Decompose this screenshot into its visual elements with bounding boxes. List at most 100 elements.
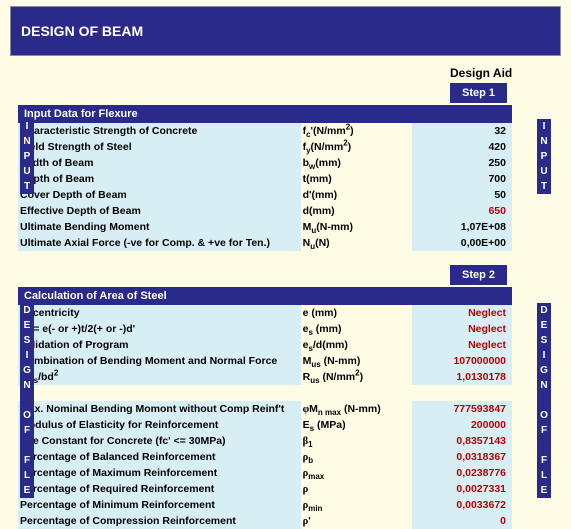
row-value: 650	[412, 203, 512, 219]
row-label: Effective Depth of Beam	[18, 203, 301, 219]
side-letter: E	[537, 318, 551, 333]
side-letter: T	[20, 179, 34, 194]
side-letter: F	[537, 423, 551, 438]
row-value: 1,07E+08	[412, 219, 512, 235]
row-value: 0,8357143	[412, 433, 512, 449]
side-letter: L	[20, 468, 34, 483]
table-row: Effective Depth of Beamd(mm)650	[18, 203, 512, 219]
row-label: Percentage of Maximum Reinforcement	[18, 465, 301, 481]
row-label: Mus/bd2	[18, 369, 301, 385]
row-symbol: ρmax	[301, 465, 412, 481]
row-label: Percentage of Required Reinforcement	[18, 481, 301, 497]
table-row: Ultimate Bending MomentMu(N-mm)1,07E+08	[18, 219, 512, 235]
side-letter: G	[537, 363, 551, 378]
row-label: es = e(- or +)t/2(+ or -)d'	[18, 321, 301, 337]
side-letter: N	[537, 134, 551, 149]
row-value: 250	[412, 155, 512, 171]
row-label: Ultimate Bending Moment	[18, 219, 301, 235]
table-row: Max. Nominal Bending Momont without Comp…	[18, 401, 512, 417]
row-value: 777593847	[412, 401, 512, 417]
row-symbol: e (mm)	[301, 305, 412, 321]
row-label: Max. Nominal Bending Momont without Comp…	[18, 401, 301, 417]
row-value: Neglect	[412, 337, 512, 353]
row-label: The Constant for Concrete (fc' <= 30MPa)	[18, 433, 301, 449]
row-symbol: ρ	[301, 481, 412, 497]
side-left-design: DESIGNOFFLE	[20, 303, 34, 498]
side-letter: U	[20, 164, 34, 179]
section-header-1: Input Data for Flexure	[18, 105, 512, 123]
row-symbol: bw(mm)	[301, 155, 412, 171]
side-letter	[20, 393, 34, 408]
table-row: Percentage of Maximum Reinforcementρmax0…	[18, 465, 512, 481]
side-letter: I	[537, 119, 551, 134]
side-letter: T	[537, 179, 551, 194]
row-label: Characteristic Strength of Concrete	[18, 123, 301, 139]
row-label: Percentage of Compression Reinforcement	[18, 513, 301, 529]
row-value: 32	[412, 123, 512, 139]
design-aid-label: Design Aid	[18, 66, 553, 80]
side-letter: D	[20, 303, 34, 318]
side-letter: I	[20, 119, 34, 134]
row-symbol: ρ'	[301, 513, 412, 529]
section-header-2: Calculation of Area of Steel	[18, 287, 512, 305]
side-letter: U	[537, 164, 551, 179]
row-value: Neglect	[412, 305, 512, 321]
table-row: es = e(- or +)t/2(+ or -)d'es (mm)Neglec…	[18, 321, 512, 337]
table-row: Percentage of Required Reinforcementρ0,0…	[18, 481, 512, 497]
row-value: 200000	[412, 417, 512, 433]
row-label: Percentage of Minimum Reinforcement	[18, 497, 301, 513]
side-letter: I	[537, 348, 551, 363]
side-letter: F	[537, 453, 551, 468]
row-value: Neglect	[412, 321, 512, 337]
row-value: 0,0033672	[412, 497, 512, 513]
side-letter: L	[537, 468, 551, 483]
row-value: 700	[412, 171, 512, 187]
side-letter: G	[20, 363, 34, 378]
table-row: Eccentricitye (mm)Neglect	[18, 305, 512, 321]
step-tab-1: Step 1	[450, 83, 507, 103]
row-value: 1,0130178	[412, 369, 512, 385]
side-letter: I	[20, 348, 34, 363]
row-label: Ultimate Axial Force (-ve for Comp. & +v…	[18, 235, 301, 251]
table-row: Combination of Bending Moment and Normal…	[18, 353, 512, 369]
row-label: Width of Beam	[18, 155, 301, 171]
table-row	[18, 385, 512, 401]
row-label: Percentage of Balanced Reinforcement	[18, 449, 301, 465]
table-row: Width of Beambw(mm)250	[18, 155, 512, 171]
row-value: 0,00E+00	[412, 235, 512, 251]
table-row: Characteristic Strength of Concretefc'(N…	[18, 123, 512, 139]
page-title: DESIGN OF BEAM	[10, 6, 561, 56]
side-left-input: INPUT	[20, 119, 34, 194]
side-right-input: INPUT	[537, 119, 551, 194]
step-tab-2: Step 2	[450, 265, 507, 285]
row-symbol: ρb	[301, 449, 412, 465]
table-row: Percentage of Compression Reinforcementρ…	[18, 513, 512, 529]
row-value: 107000000	[412, 353, 512, 369]
side-letter: E	[20, 318, 34, 333]
row-symbol: es/d(mm)	[301, 337, 412, 353]
row-symbol: ρmin	[301, 497, 412, 513]
row-symbol: d(mm)	[301, 203, 412, 219]
row-symbol: d'(mm)	[301, 187, 412, 203]
row-label	[18, 385, 301, 401]
calculation-table: Eccentricitye (mm)Neglectes = e(- or +)t…	[18, 305, 512, 529]
table-row: Mus/bd2Rus (N/mm2)1,0130178	[18, 369, 512, 385]
table-row: Modulus of Elasticity for ReinforcementE…	[18, 417, 512, 433]
side-letter: P	[20, 149, 34, 164]
side-letter: N	[20, 378, 34, 393]
row-symbol: φMn max (N-mm)	[301, 401, 412, 417]
row-label: Eccentricity	[18, 305, 301, 321]
row-value	[412, 385, 512, 401]
side-letter: S	[20, 333, 34, 348]
side-letter: E	[537, 483, 551, 498]
row-value: 0,0318367	[412, 449, 512, 465]
side-letter	[20, 438, 34, 453]
row-value: 420	[412, 139, 512, 155]
table-row: The Constant for Concrete (fc' <= 30MPa)…	[18, 433, 512, 449]
table-row: Yield Strength of Steelfy(N/mm2)420	[18, 139, 512, 155]
row-value: 50	[412, 187, 512, 203]
row-value: 0	[412, 513, 512, 529]
side-letter: N	[20, 134, 34, 149]
row-label: Combination of Bending Moment and Normal…	[18, 353, 301, 369]
table-row: Depth of Beamt(mm)700	[18, 171, 512, 187]
